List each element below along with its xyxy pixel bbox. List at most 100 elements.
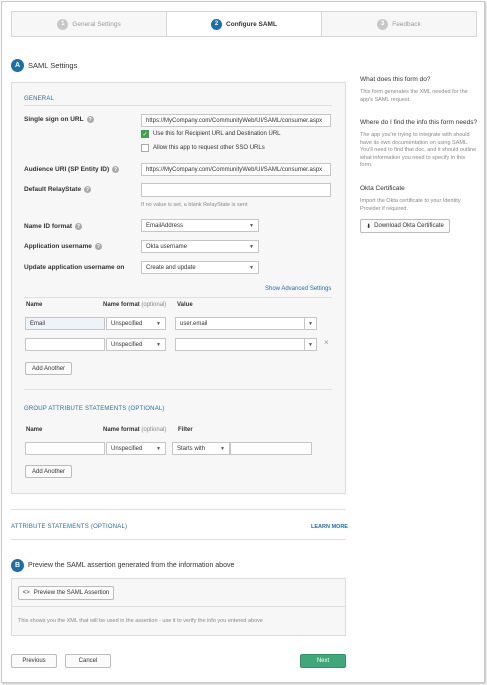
sidebar-q1-title: What does this form do? — [360, 76, 431, 83]
help-icon[interactable]: ? — [84, 186, 92, 193]
group-filter-select[interactable]: Starts with ▼ — [172, 442, 230, 455]
help-icon[interactable]: ? — [86, 116, 94, 123]
section-b-badge: B — [11, 559, 24, 572]
recipient-checkbox[interactable]: ✓ — [141, 130, 149, 138]
preview-note: This shows you the XML that will be used… — [18, 618, 263, 624]
window-frame: 1 General Settings 2 Configure SAML 3 Fe… — [1, 1, 485, 683]
preview-saml-button-label: Preview the SAML Assertion — [33, 590, 110, 596]
divider — [24, 105, 332, 106]
app-username-value: Okta username — [146, 243, 188, 250]
step-number: 3 — [377, 18, 389, 30]
learn-more-link[interactable]: LEARN MORE — [311, 524, 348, 530]
optional-tag: (optional) — [141, 302, 167, 308]
general-section-title: GENERAL — [24, 96, 55, 102]
step-feedback[interactable]: 3 Feedback — [322, 12, 476, 36]
attr-format-value: Unspecified — [111, 341, 143, 348]
recipient-checkbox-label: Use this for Recipient URL and Destinati… — [153, 131, 281, 137]
divider — [11, 539, 346, 540]
cancel-button[interactable]: Cancel — [65, 654, 111, 668]
attr-value-text[interactable]: user.email — [176, 318, 304, 329]
step-number: 1 — [57, 18, 69, 30]
group-filter-input[interactable] — [230, 442, 312, 455]
relay-state-label: Default RelayState ? — [24, 186, 92, 193]
step-general-settings[interactable]: 1 General Settings — [12, 12, 167, 36]
add-group-attribute-button[interactable]: Add Another — [25, 465, 72, 478]
recipient-checkbox-row[interactable]: ✓ Use this for Recipient URL and Destina… — [141, 130, 281, 138]
audience-uri-label-text: Audience URI (SP Entity ID) — [24, 166, 110, 173]
chevron-down-icon: ▼ — [249, 243, 254, 250]
group-col-filter: Filter — [178, 427, 193, 433]
app-username-label-text: Application username — [24, 243, 92, 250]
divider — [11, 509, 346, 510]
sidebar-cert-title: Okta Certificate — [360, 185, 405, 192]
chevron-down-icon[interactable]: ▼ — [304, 318, 316, 329]
download-certificate-button[interactable]: ⬇ Download Okta Certificate — [360, 219, 450, 233]
attr-col-name: Name — [26, 302, 43, 308]
sso-url-label-text: Single sign on URL — [24, 116, 84, 123]
relay-state-input[interactable] — [141, 183, 331, 197]
previous-button[interactable]: Previous — [11, 654, 57, 668]
attr-col-format: Name format (optional) — [103, 302, 166, 308]
divider — [24, 297, 332, 298]
download-certificate-label: Download Okta Certificate — [374, 223, 444, 229]
group-col-name: Name — [26, 427, 43, 433]
attr-name-input[interactable] — [25, 338, 105, 351]
attribute-statements-title: ATTRIBUTE STATEMENTS (OPTIONAL) — [11, 524, 128, 530]
relay-state-hint: If no value is set, a blank RelayState i… — [141, 202, 248, 208]
sidebar-cert-text: Import the Okta certificate to your Iden… — [360, 198, 461, 212]
chevron-down-icon[interactable]: ▼ — [304, 339, 316, 350]
step-label: General Settings — [72, 20, 121, 28]
chevron-down-icon: ▼ — [249, 264, 254, 271]
app-username-label: Application username ? — [24, 243, 102, 250]
name-id-format-label-text: Name ID format — [24, 223, 73, 230]
section-b-title: Preview the SAML assertion generated fro… — [28, 562, 235, 569]
group-col-format-text: Name format — [103, 427, 140, 433]
group-name-input[interactable] — [25, 442, 105, 455]
name-id-format-label: Name ID format ? — [24, 223, 83, 230]
group-format-value: Unspecified — [111, 445, 143, 452]
group-col-format: Name format (optional) — [103, 427, 166, 433]
remove-row-icon[interactable]: × — [324, 338, 329, 347]
chevron-down-icon: ▼ — [249, 222, 254, 229]
sso-url-label: Single sign on URL ? — [24, 116, 94, 123]
name-id-format-select[interactable]: EmailAddress ▼ — [141, 219, 259, 232]
attr-format-select[interactable]: Unspecified ▼ — [106, 338, 166, 351]
group-filter-type: Starts with — [177, 445, 206, 452]
attr-format-value: Unspecified — [111, 320, 143, 327]
sidebar-q2-text: The app you're trying to integrate with … — [360, 132, 477, 168]
update-username-select[interactable]: Create and update ▼ — [141, 261, 259, 274]
help-icon[interactable]: ? — [94, 243, 102, 250]
group-attr-title: GROUP ATTRIBUTE STATEMENTS (OPTIONAL) — [24, 406, 165, 412]
help-icon[interactable]: ? — [112, 166, 120, 173]
step-number: 2 — [211, 18, 223, 30]
help-icon[interactable]: ? — [75, 223, 83, 230]
update-username-value: Create and update — [146, 264, 196, 271]
attr-value-text[interactable] — [176, 339, 304, 350]
other-sso-checkbox-row[interactable]: Allow this app to request other SSO URLs — [141, 144, 265, 152]
sidebar-q2-title: Where do I find the info this form needs… — [360, 119, 478, 126]
sso-url-input[interactable]: https://MyCompany.com/CommunityWeb/UI/SA… — [141, 114, 331, 127]
next-button[interactable]: Next — [300, 654, 346, 668]
attr-col-format-text: Name format — [103, 302, 140, 308]
optional-tag: (optional) — [141, 427, 167, 433]
sidebar-q1-text: This form generates the XML needed for t… — [360, 89, 468, 103]
attr-value-combo[interactable]: ▼ — [175, 338, 317, 351]
other-sso-checkbox[interactable] — [141, 144, 149, 152]
app-username-select[interactable]: Okta username ▼ — [141, 240, 259, 253]
step-configure-saml[interactable]: 2 Configure SAML — [167, 12, 322, 36]
other-sso-checkbox-label: Allow this app to request other SSO URLs — [153, 145, 265, 151]
update-username-label-text: Update application username on — [24, 264, 125, 271]
section-a-badge: A — [11, 59, 24, 72]
add-attribute-button[interactable]: Add Another — [25, 362, 72, 375]
chevron-down-icon: ▼ — [156, 341, 161, 348]
attr-name-input[interactable]: Email — [25, 317, 105, 330]
attr-value-combo[interactable]: user.email ▼ — [175, 317, 317, 330]
group-format-select[interactable]: Unspecified ▼ — [106, 442, 166, 455]
attr-format-select[interactable]: Unspecified ▼ — [106, 317, 166, 330]
preview-saml-button[interactable]: <> Preview the SAML Assertion — [18, 586, 114, 600]
show-advanced-settings-link[interactable]: Show Advanced Settings — [265, 286, 331, 292]
download-icon: ⬇ — [366, 223, 372, 230]
audience-uri-input[interactable]: https://MyCompany.com/CommunityWeb/UI/SA… — [141, 163, 331, 176]
wizard-steps: 1 General Settings 2 Configure SAML 3 Fe… — [11, 11, 477, 37]
chevron-down-icon: ▼ — [220, 445, 225, 452]
